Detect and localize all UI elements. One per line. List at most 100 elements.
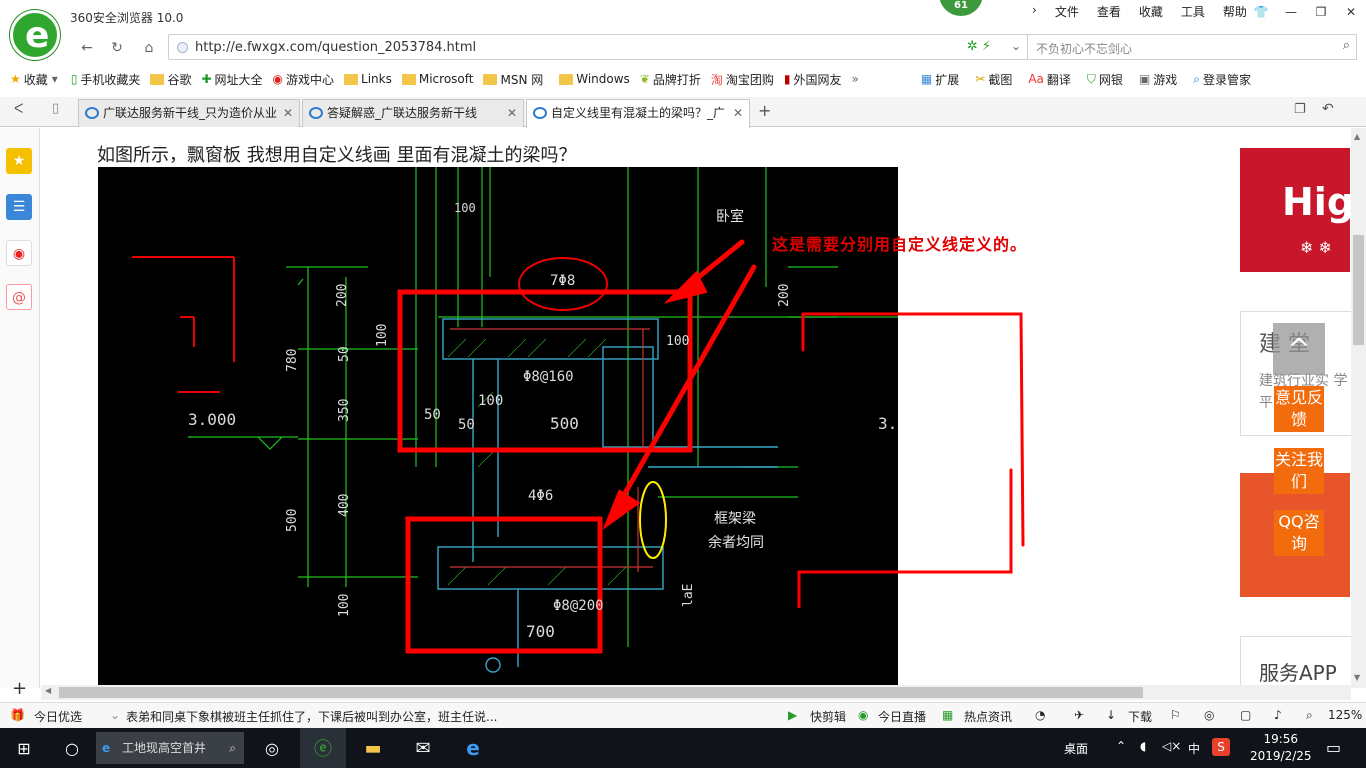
volume-mute-icon[interactable]: ◁× (1162, 739, 1181, 753)
maximize-button[interactable]: ❐ (1306, 0, 1336, 24)
weibo-icon[interactable]: ◉ (6, 240, 32, 266)
fav-item[interactable]: MSN 网 (483, 71, 543, 88)
menu-chevron-icon[interactable]: › (1030, 3, 1039, 20)
fav-item[interactable]: ▮ 外国网友 (784, 71, 842, 88)
flag-icon[interactable]: ⚐ (1170, 708, 1181, 722)
frame-beam-label: 框架梁 (714, 511, 756, 527)
zoom-icon[interactable]: ⌕ (1306, 708, 1313, 723)
back-button[interactable]: ← (74, 38, 100, 58)
volume-icon[interactable]: ♪ (1274, 708, 1282, 722)
email-icon[interactable]: @ (6, 284, 32, 310)
ime-indicator[interactable]: 中 (1188, 740, 1200, 757)
site-favicon-icon (533, 107, 547, 119)
promo-banner-top[interactable]: Hig ❄ ❄ (1240, 148, 1350, 272)
search-icon[interactable]: ⌕ (1343, 38, 1350, 53)
scrollbar-thumb[interactable] (1353, 235, 1364, 345)
menu-file[interactable]: 文件 (1053, 3, 1081, 20)
width-bottom-label: 700 (526, 622, 555, 641)
task-view-icon[interactable]: ◎ (252, 728, 292, 768)
more-favorites-button[interactable]: » (852, 72, 859, 86)
ext-item[interactable]: Aa 翻译 (1028, 71, 1071, 88)
scrollbar-thumb[interactable] (59, 687, 1143, 698)
url-text[interactable]: http://e.fwxgx.com/question_2053784.html (195, 40, 476, 55)
vertical-scrollbar[interactable]: ▲ ▼ (1351, 128, 1366, 688)
news-ticker-link[interactable]: 表弟和同桌下象棋被班主任抓住了，下课后被叫到办公室，班主任说... (126, 708, 497, 725)
download-link[interactable]: 下载 (1128, 708, 1152, 725)
menu-favorites[interactable]: 收藏 (1137, 3, 1165, 20)
sogou-icon[interactable]: S (1212, 738, 1230, 756)
refresh-button[interactable]: ↻ (104, 38, 130, 58)
favorites-star-icon[interactable]: ★ (6, 148, 32, 174)
windows-start-icon[interactable]: ⊞ (0, 728, 48, 768)
fav-item[interactable]: ★ 收藏 ▾ (10, 71, 61, 88)
home-button[interactable]: ⌂ (136, 38, 162, 58)
news-icon[interactable]: ☰ (6, 194, 32, 220)
file-explorer-icon[interactable]: ▬ (350, 728, 396, 768)
mobile-icon[interactable]: ▯ (52, 101, 59, 116)
add-sidebar-item-icon[interactable]: + (12, 678, 27, 699)
fav-item[interactable]: 谷歌 (150, 71, 191, 88)
menu-help[interactable]: 帮助 (1221, 3, 1249, 20)
pin-icon[interactable]: ✈ (1074, 708, 1084, 722)
ext-item[interactable]: ⛉ 网银 (1087, 71, 1123, 88)
browser-360-icon[interactable]: ⓔ (300, 728, 346, 768)
new-tab-button[interactable]: + (758, 101, 771, 120)
search-input[interactable]: 不负初心不忘剑心 (1036, 40, 1132, 57)
fav-item[interactable]: 淘淘宝团购 (711, 71, 774, 88)
undo-close-icon[interactable]: ↶ (1322, 101, 1334, 117)
qq-consult-button[interactable]: QQ咨询 (1274, 510, 1324, 556)
fav-item[interactable]: ❦ 品牌打折 (640, 71, 701, 88)
site-info-icon[interactable] (177, 42, 188, 53)
fav-item[interactable]: ✚ 网址大全 (201, 71, 262, 88)
hot-news-link[interactable]: 热点资讯 (964, 708, 1012, 725)
menu-view[interactable]: 查看 (1095, 3, 1123, 20)
chevron-up-icon[interactable]: ⌃ (1116, 739, 1126, 753)
notification-icon[interactable]: ▭ (1326, 738, 1341, 757)
today-picks-link[interactable]: 今日优选 (34, 708, 82, 725)
address-bar[interactable]: http://e.fwxgx.com/question_2053784.html… (168, 34, 1028, 60)
fav-item[interactable]: ▯ 手机收藏夹 (71, 71, 141, 88)
cortana-icon[interactable]: ○ (52, 728, 92, 768)
browser-icon[interactable]: ◎ (1204, 708, 1214, 722)
live-link[interactable]: 今日直播 (878, 708, 926, 725)
speed-icon[interactable]: ◔ (1035, 708, 1045, 722)
fav-item[interactable]: Microsoft (401, 72, 473, 86)
clock[interactable]: 19:56 2019/2/25 (1250, 731, 1312, 765)
network-icon[interactable]: ◖ (1140, 739, 1146, 753)
tab-list-icon[interactable]: ᐸ (14, 102, 23, 117)
close-button[interactable]: ✕ (1336, 0, 1366, 24)
close-tab-icon[interactable]: ✕ (283, 100, 293, 126)
fav-item[interactable]: ◉ 游戏中心 (273, 71, 335, 88)
edge-icon[interactable]: e (450, 728, 496, 768)
minimize-button[interactable]: — (1276, 0, 1306, 24)
clip-link[interactable]: 快剪辑 (810, 708, 846, 725)
desktop-label[interactable]: 桌面 (1064, 740, 1088, 757)
tab-current-question[interactable]: 自定义线里有混凝土的梁吗？_广 ✕ (526, 99, 750, 128)
horizontal-scrollbar[interactable]: ◀ (41, 685, 1351, 700)
close-tab-icon[interactable]: ✕ (733, 100, 743, 126)
fav-item[interactable]: Windows (559, 72, 630, 86)
close-tab-icon[interactable]: ✕ (507, 100, 517, 126)
ext-item[interactable]: ▣ 游戏 (1139, 71, 1177, 88)
feedback-button[interactable]: 意见反馈 (1274, 386, 1324, 432)
service-app-card[interactable]: 服务APP (1240, 636, 1351, 685)
chevron-down-icon[interactable]: ⌄ (1011, 39, 1021, 53)
taskbar-search[interactable]: e 工地现高空首井 ⌕ (96, 732, 244, 764)
window-icon[interactable]: ▢ (1240, 708, 1251, 722)
ext-item[interactable]: ▦ 扩展 (921, 71, 959, 88)
tab-manager-icon[interactable]: ❐ (1294, 102, 1306, 117)
tab-qa[interactable]: 答疑解惑_广联达服务新干线 ✕ (302, 99, 524, 127)
ext-item[interactable]: ⌕ 登录管家 (1193, 71, 1251, 88)
back-to-top-button[interactable]: ^ (1273, 323, 1325, 375)
follow-us-button[interactable]: 关注我们 (1274, 448, 1324, 494)
notification-badge[interactable]: 61 (939, 0, 983, 16)
menu-tools[interactable]: 工具 (1179, 3, 1207, 20)
tab-gld-home[interactable]: 广联达服务新干线_只为造价从业 ✕ (78, 99, 300, 127)
security-icon[interactable]: ✲ ⚡ (967, 39, 991, 54)
zoom-level[interactable]: 125% (1328, 708, 1362, 722)
mail-icon[interactable]: ✉ (400, 728, 446, 768)
ext-item[interactable]: ✂ 截图 (975, 71, 1012, 88)
skin-icon[interactable]: 👕 (1246, 0, 1276, 24)
fav-item[interactable]: Links (344, 72, 392, 86)
search-box[interactable]: 不负初心不忘剑心 ⌕ (1027, 34, 1357, 60)
